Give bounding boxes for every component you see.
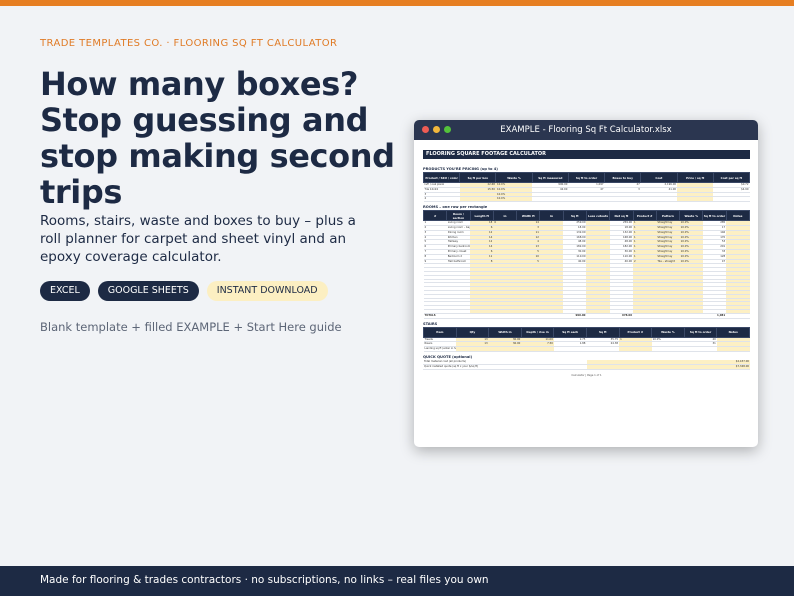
window-title: EXAMPLE - Flooring Sq Ft Calculator.xlsx <box>500 125 672 135</box>
included-items: Blank template + filled EXAMPLE + Start … <box>40 320 342 334</box>
hero-headline: How many boxes? Stop guessing and stop m… <box>40 65 395 211</box>
stairs-cell[interactable] <box>684 346 717 352</box>
rooms-col-header: Pattern <box>655 210 681 222</box>
quote-table: Total material cost (all products) $2,437… <box>423 359 750 370</box>
rooms-total-cell: TOTALS <box>423 312 447 319</box>
products-cell[interactable] <box>713 196 750 203</box>
window-titlebar: EXAMPLE - Flooring Sq Ft Calculator.xlsx <box>414 120 758 140</box>
rooms-total-cell <box>726 312 750 319</box>
products-col-header: Boxes to buy <box>604 172 642 183</box>
stairs-cell[interactable] <box>521 346 554 352</box>
brand-kicker: TRADE TEMPLATES CO. · FLOORING SQ FT CAL… <box>40 38 338 49</box>
stairs-cell[interactable] <box>488 346 522 352</box>
format-pills: EXCEL GOOGLE SHEETS INSTANT DOWNLOAD <box>40 281 328 301</box>
products-cell[interactable] <box>677 196 714 203</box>
rooms-total-cell: 1,081 <box>702 312 727 319</box>
products-col-header: Cost per sq ft <box>712 172 751 183</box>
spreadsheet-window: EXAMPLE - Flooring Sq Ft Calculator.xlsx… <box>414 120 758 447</box>
stairs-col-header: Depth / rise in <box>520 326 555 338</box>
stairs-col-header: Waste % <box>651 326 685 338</box>
stairs-col-header: Sq ft <box>585 326 620 338</box>
footer-text: Made for flooring & trades contractors ·… <box>40 574 489 586</box>
sheet-title: FLOORING SQUARE FOOTAGE CALCULATOR <box>423 150 750 159</box>
quote-cell[interactable]: $7,348.00 <box>586 364 750 370</box>
accent-top-bar <box>0 0 794 6</box>
stairs-col-header: Item <box>423 326 457 338</box>
rooms-total-cell <box>633 312 657 319</box>
rooms-col-header: Sq ft <box>562 210 587 222</box>
products-col-header: Sq ft per box <box>459 172 497 183</box>
stairs-cell[interactable] <box>456 346 489 352</box>
stairs-col-header: Notes <box>716 326 750 338</box>
products-col-header: Waste % <box>495 172 533 183</box>
rooms-total-cell <box>656 312 680 319</box>
rooms-total-cell <box>446 312 471 319</box>
products-col-header: Sq ft measured <box>531 172 569 183</box>
stairs-row: Landing sq ft (enter in Sq ft) <box>423 346 750 352</box>
products-cell[interactable] <box>604 196 641 203</box>
stairs-cell[interactable]: Landing sq ft (enter in Sq ft) <box>423 346 457 352</box>
rooms-col-header: Length ft <box>469 210 494 222</box>
products-table: Product / SKU / color Sq ft per box Waste … <box>422 172 751 203</box>
stairs-cell[interactable] <box>619 346 652 352</box>
quote-row: Quick installed quote (sq ft x your $/sq… <box>423 364 750 370</box>
spreadsheet-preview: FLOORING SQUARE FOOTAGE CALCULATOR PRODU… <box>422 150 751 440</box>
products-cell[interactable] <box>532 196 569 203</box>
rooms-col-header: Net sq ft <box>609 210 634 222</box>
stairs-table: Item Qty Width in Depth / rise in Sq ft each… <box>423 326 750 352</box>
rooms-col-header: Room / section <box>446 210 471 222</box>
rooms-col-header: Width ft <box>516 210 541 222</box>
rooms-total-cell <box>586 312 610 319</box>
products-col-header: Sq ft to order <box>567 172 606 183</box>
rooms-total-cell <box>493 312 517 319</box>
rooms-col-header: Less cutouts <box>585 210 611 222</box>
rooms-cell[interactable]: Living room – bay window <box>446 225 471 231</box>
hero-subhead: Rooms, stairs, waste and boxes to buy – … <box>40 213 356 265</box>
rooms-total-cell <box>470 312 494 319</box>
rooms-cell[interactable]: Primary bedroom <box>446 244 471 250</box>
products-col-header: Cost <box>640 172 678 183</box>
rooms-total-cell: 978.00 <box>609 312 634 319</box>
footer-bar: Made for flooring & trades contractors ·… <box>0 566 794 596</box>
stairs-cell[interactable] <box>651 346 685 352</box>
rooms-col-header: Sq ft to order <box>702 210 727 222</box>
sheet-note <box>423 160 750 164</box>
rooms-total-cell <box>679 312 703 319</box>
pill-instant-download: INSTANT DOWNLOAD <box>206 281 328 301</box>
sheet-footer: Calculator | Page 1 of 1 <box>571 373 602 377</box>
products-col-header: Product / SKU / color <box>422 172 461 183</box>
rooms-col-header: in <box>492 210 518 222</box>
rooms-table: # Room / section Length ft in Width ft in Sq f… <box>422 210 751 319</box>
products-cell[interactable]: 10.0% <box>495 196 533 203</box>
stairs-col-header: Sq ft to order <box>683 326 718 338</box>
rooms-col-header: # <box>422 210 448 222</box>
quote-cell[interactable]: Quick installed quote (sq ft x your $/sq… <box>423 364 587 370</box>
products-row: 4 10.0% <box>423 196 750 203</box>
products-cell[interactable]: 4 <box>423 196 460 203</box>
products-col-header: Price / sq ft <box>676 172 714 183</box>
rooms-total-row: TOTALS 990.00 978.00 1,081 <box>423 312 750 319</box>
rooms-col-header: Waste % <box>679 210 704 222</box>
stairs-cell[interactable] <box>716 346 750 352</box>
rooms-col-header: Notes <box>725 210 751 222</box>
rooms-col-header: Product # <box>632 210 657 222</box>
products-cell[interactable] <box>568 196 605 203</box>
stairs-cell[interactable] <box>586 346 620 352</box>
stairs-col-header: Width in <box>488 326 522 338</box>
pill-excel: EXCEL <box>40 281 90 301</box>
products-cell[interactable] <box>459 196 496 203</box>
products-cell[interactable] <box>640 196 678 203</box>
rooms-total-cell: 990.00 <box>563 312 587 319</box>
rooms-total-cell <box>539 312 564 319</box>
rooms-total-cell <box>516 312 540 319</box>
stairs-col-header: Product # <box>618 326 653 338</box>
stairs-col-header: Qty <box>455 326 490 338</box>
stairs-col-header: Sq ft each <box>553 326 587 338</box>
rooms-col-header: in <box>539 210 564 222</box>
pill-google-sheets: GOOGLE SHEETS <box>97 281 199 301</box>
stairs-cell[interactable] <box>553 346 587 352</box>
